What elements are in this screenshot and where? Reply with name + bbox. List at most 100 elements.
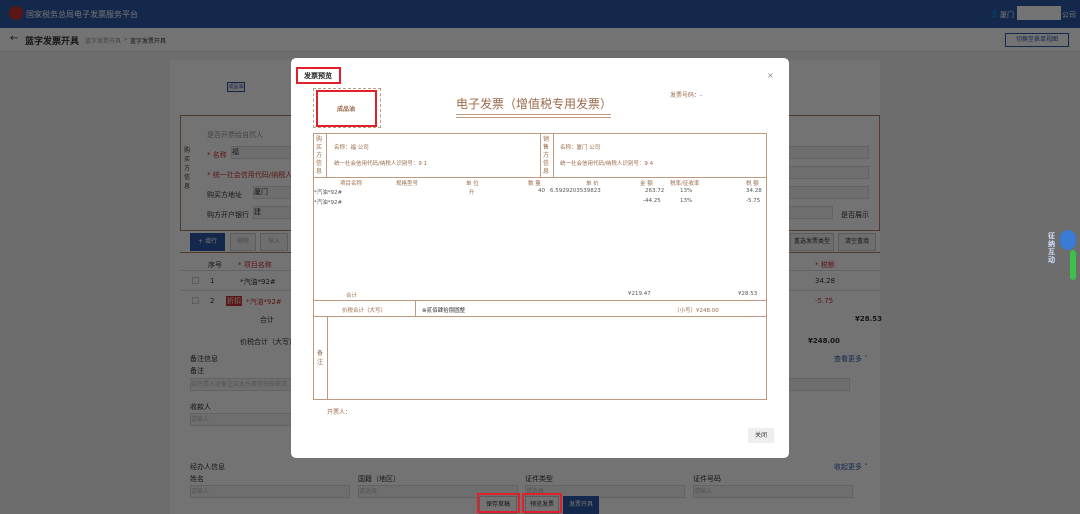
grand-label: 价税合计（大写） [342, 308, 387, 314]
row-checkbox[interactable] [192, 297, 199, 304]
item-price: 6.5929203539823 [550, 188, 601, 194]
show-checkbox[interactable]: 是否展示 [841, 210, 869, 220]
name-label: * 名称 [207, 151, 227, 159]
row-no: 1 [210, 277, 215, 285]
handler-name-input[interactable]: 请输入 [190, 485, 350, 498]
invoice-title: 电子发票（增值税专用发票） [456, 97, 613, 111]
back-arrow-icon[interactable]: ← [10, 33, 18, 44]
preview-invoice-button[interactable]: 预览发票 [525, 496, 559, 514]
row-no: 2 [210, 297, 215, 305]
col-spec: 规格型号 [396, 181, 419, 187]
col-qty: 数 量 [528, 181, 541, 187]
import-button[interactable]: 导入 [260, 233, 288, 251]
invoice-tag: 成品油 [227, 82, 245, 92]
user-company-prefix[interactable]: 厦门 [1000, 10, 1014, 20]
item-tax: 34.28 [746, 188, 762, 194]
more-link[interactable]: 查看更多 ˅ [834, 354, 868, 364]
seller-name: 名称：厦门 公司 [560, 145, 601, 151]
invoice-item-row: *汽油*92# -44.25 13% -5.75 [314, 198, 766, 208]
row-tax: -5.75 [815, 297, 834, 305]
breadcrumb-link[interactable]: 蓝字发票开具 [85, 36, 121, 45]
buyer-side-label: 购买方信息 [316, 136, 323, 175]
assistant-bar [1070, 250, 1076, 280]
user-company-suffix: 公司 [1062, 11, 1076, 19]
buyer-name: 名称：福 公司 [334, 145, 369, 151]
row-name: *汽油*92# [240, 278, 276, 286]
delete-button[interactable]: 删除 [230, 233, 256, 251]
dialog-title: 发票预览 [304, 72, 332, 80]
breadcrumb-sep: > [123, 36, 129, 43]
save-draft-button[interactable]: 保存草稿 [479, 496, 517, 514]
bank-label: 购方开户银行 [207, 211, 249, 219]
seller-side-label: 销售方信息 [543, 136, 550, 175]
item-amount: -44.25 [643, 198, 661, 204]
close-button[interactable]: 关闭 [748, 428, 774, 443]
item-rate: 13% [680, 198, 693, 204]
grand-label: 价税合计（大写） [240, 338, 296, 346]
assistant-label: 征纳互动 [1048, 232, 1055, 264]
id-no-input[interactable]: 请输入 [693, 485, 853, 498]
invoice-item-row: *汽油*92# 升 40 6.5929203539823 263.72 13% … [314, 188, 766, 198]
row-checkbox[interactable] [192, 277, 199, 284]
col-tax: * 税额 [815, 261, 835, 269]
remark-section-title: 备注信息 [190, 355, 218, 363]
grand-lower: （小写）¥248.00 [674, 308, 719, 314]
title-underline [456, 117, 611, 118]
breadcrumb-bar: ← 蓝字发票开具 蓝字发票开具 > 蓝字发票开具 切换至表单视图 [0, 28, 1080, 52]
assistant-widget[interactable]: 征纳互动 [1048, 228, 1078, 280]
discount-badge: 折扣 [226, 296, 242, 306]
item-name: *汽油*92# [314, 190, 343, 196]
total-label: 合计 [260, 316, 274, 324]
col-no: 序号 [208, 261, 222, 269]
row-name: *汽油*92# [246, 298, 282, 306]
invoice-number: 发票号码：- [670, 92, 703, 99]
grand-value: ¥248.00 [808, 337, 840, 345]
sum-amount: ¥219.47 [628, 291, 651, 297]
item-tax: -5.75 [746, 198, 761, 204]
page-title: 蓝字发票开具 [25, 37, 80, 47]
col-name: * 项目名称 [238, 261, 272, 269]
divider [326, 134, 327, 178]
assistant-avatar-icon [1060, 230, 1076, 250]
close-icon[interactable]: × [767, 71, 774, 80]
add-row-button[interactable]: + 增行 [190, 233, 225, 251]
item-amount: 263.72 [645, 188, 665, 194]
remark-label: 备注 [317, 350, 324, 366]
seller-tax-id: 统一社会信用代码/纳税人识别号：9 4 [560, 161, 654, 167]
grand-total-row: 价税合计（大写） ⊗贰佰肆拾捌圆整 （小写）¥248.00 [314, 300, 766, 317]
invoice-table: 购买方信息 名称：福 公司 统一社会信用代码/纳税人识别号：9 1 销售方信息 … [313, 133, 767, 400]
sum-label: 合计 [346, 293, 358, 299]
natural-person-checkbox[interactable]: 是否开票给自然人 [207, 130, 263, 140]
col-tax: 税 额 [746, 181, 759, 187]
remark-label: 备注 [190, 367, 204, 375]
issue-invoice-button[interactable]: 发票开具 [563, 496, 599, 514]
collapse-link[interactable]: 收起更多 ˄ [834, 462, 868, 472]
address-label: 购买方地址 [207, 191, 242, 199]
divider [540, 134, 541, 178]
sum-tax: ¥28.53 [738, 291, 758, 297]
item-unit: 升 [469, 190, 475, 196]
id-no-label: 证件号码 [693, 475, 721, 483]
reselect-type-button[interactable]: 重选发票类型 [790, 233, 834, 251]
invoice-preview-dialog: 发票预览 × 成品油 电子发票（增值税专用发票） 发票号码：- 购买方信息 名称… [291, 58, 789, 458]
grand-upper: ⊗贰佰肆拾捌圆整 [422, 308, 466, 314]
col-rate: 税率/征收率 [670, 181, 700, 187]
user-icon: 👤 [990, 10, 999, 18]
drawer-label: 开票人： [327, 409, 352, 416]
redacted-block [1017, 6, 1061, 20]
item-rate: 13% [680, 188, 693, 194]
country-label: 国籍（地区） [358, 475, 400, 483]
col-item-name: 项目名称 [340, 181, 363, 187]
party-section: 购买方信息 名称：福 公司 统一社会信用代码/纳税人识别号：9 1 销售方信息 … [314, 134, 766, 178]
payee-label: 收款人 [190, 403, 211, 411]
handler-section-title: 经办人信息 [190, 463, 225, 471]
buyer-side-label: 购买方信息 [184, 147, 191, 190]
platform-title: 国家税务总局电子发票服务平台 [26, 10, 138, 19]
switch-view-button[interactable]: 切换至表单视图 [1005, 33, 1069, 47]
row-tax: 34.28 [815, 277, 836, 285]
divider [415, 301, 416, 317]
tax-emblem-icon [9, 6, 23, 20]
item-name: *汽油*92# [314, 200, 343, 206]
total-tax: ¥28.53 [855, 315, 883, 323]
clear-button[interactable]: 清空重填 [838, 233, 876, 251]
